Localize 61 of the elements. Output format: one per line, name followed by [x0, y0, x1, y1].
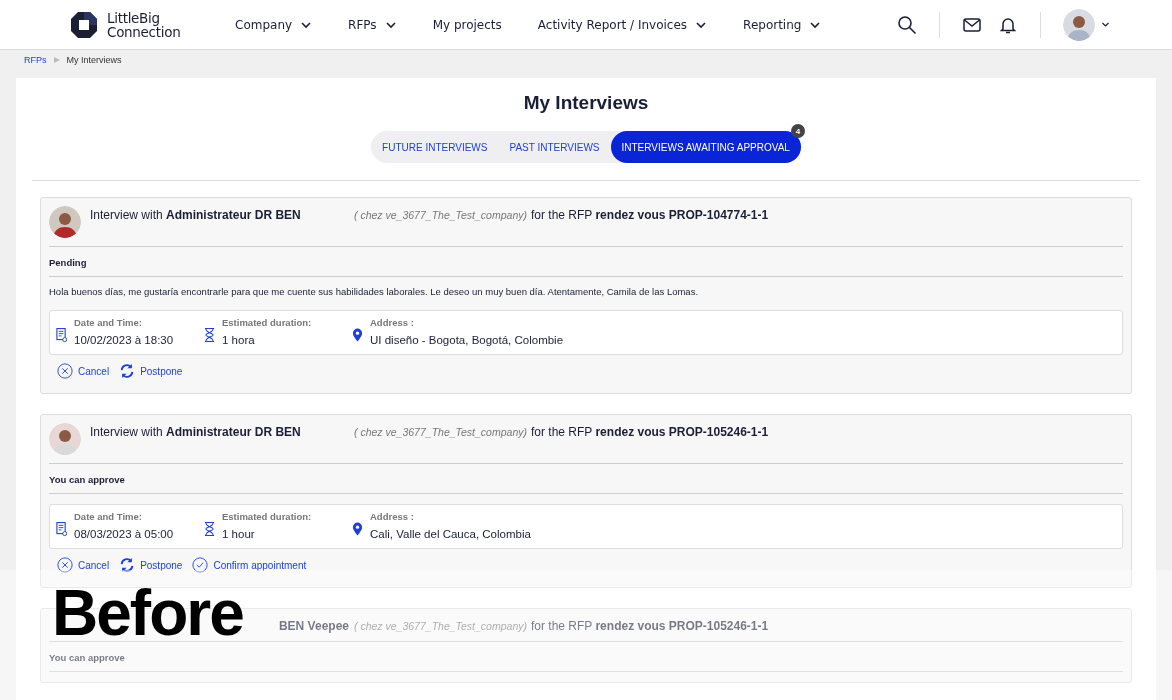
- status-text: You can approve: [49, 464, 1123, 494]
- message-text: Hola buenos días, me gustaría encontrarle para que me cuente sus habilidades laborales. Le deseo un muy buen día. Atentamente, Camila de las Lomas.: [49, 285, 700, 299]
- detail-label: Address :: [370, 317, 415, 328]
- detail-label: Estimated duration:: [222, 317, 312, 328]
- detail-label: Estimated duration:: [222, 511, 312, 522]
- interviewer-text: BEN Veepee: [277, 619, 349, 633]
- user-avatar: [49, 423, 81, 455]
- action-link[interactable]: Postpone: [119, 363, 183, 379]
- refresh-icon: [119, 557, 136, 573]
- nav-menu-item[interactable]: Activity Report / Invoices: [537, 17, 708, 32]
- status-text: Pending: [49, 247, 1123, 277]
- nav-menu-item[interactable]: Company: [235, 17, 313, 32]
- logo-icon: [70, 10, 98, 39]
- action-link[interactable]: Postpone: [119, 557, 183, 573]
- nav-menu-item[interactable]: RFPs: [348, 17, 397, 32]
- rfp-text: for the RFP rendez vous PROP-105246-1-1: [530, 619, 769, 633]
- action-link[interactable]: Cancel: [57, 557, 110, 573]
- action-link[interactable]: Cancel: [57, 363, 110, 379]
- location-pin-icon: [352, 327, 363, 343]
- detail-label: Date and Time:: [74, 511, 143, 522]
- breadcrumb-link[interactable]: RFPs: [24, 55, 47, 65]
- calendar-icon: [56, 521, 67, 537]
- action-link[interactable]: Confirm appointment: [192, 557, 307, 573]
- rfp-text: for the RFP rendez vous PROP-105246-1-1: [530, 425, 769, 439]
- nav-menu-item[interactable]: My projects: [432, 17, 502, 32]
- company-text: ( chez ve_3677_The_Test_company): [354, 209, 527, 221]
- hourglass-icon: [204, 521, 215, 537]
- refresh-icon: [119, 363, 136, 379]
- company-text: ( chez ve_3677_The_Test_company): [354, 426, 527, 438]
- count-badge: 4: [790, 124, 805, 138]
- rfp-text: for the RFP rendez vous PROP-104774-1-1: [530, 208, 769, 222]
- logo-text: LittleBig Connection: [107, 10, 181, 39]
- chevron-down-icon[interactable]: [1101, 20, 1110, 29]
- user-avatar: [49, 206, 81, 238]
- detail-label: Address :: [370, 511, 415, 522]
- breadcrumb-separator-icon: [53, 57, 60, 63]
- detail-value: 08/03/2023 à 05:00: [74, 528, 174, 540]
- tab[interactable]: FUTURE INTERVIEWS: [371, 131, 499, 163]
- nav-menu-item[interactable]: Reporting: [743, 17, 822, 32]
- check-circle-icon: [192, 557, 209, 573]
- detail-label: Date and Time:: [74, 317, 143, 328]
- cancel-icon: [57, 363, 73, 379]
- location-pin-icon: [352, 521, 363, 537]
- company-text: ( chez ve_3677_The_Test_company): [354, 620, 527, 632]
- page-title: My Interviews: [522, 92, 650, 114]
- cancel-icon: [57, 557, 73, 573]
- tab[interactable]: PAST INTERVIEWS: [498, 131, 611, 163]
- interviewer-text: Interview with Administrateur DR BEN: [90, 208, 302, 222]
- detail-value: 1 hora: [222, 334, 256, 346]
- detail-value: 1 hour: [222, 528, 256, 540]
- hourglass-icon: [204, 327, 215, 343]
- detail-value: 10/02/2023 à 18:30: [74, 334, 174, 346]
- search-icon[interactable]: [897, 14, 917, 35]
- calendar-icon: [56, 327, 67, 343]
- user-avatar: [1063, 8, 1095, 41]
- breadcrumb-current: My Interviews: [66, 55, 122, 65]
- detail-value: Cali, Valle del Cauca, Colombia: [370, 528, 531, 540]
- detail-value: UI diseño - Bogota, Bogotá, Colombie: [370, 334, 564, 346]
- overlay-caption: Before: [52, 584, 243, 642]
- status-text: You can approve: [49, 642, 1123, 672]
- interviewer-text: Interview with Administrateur DR BEN: [90, 425, 302, 439]
